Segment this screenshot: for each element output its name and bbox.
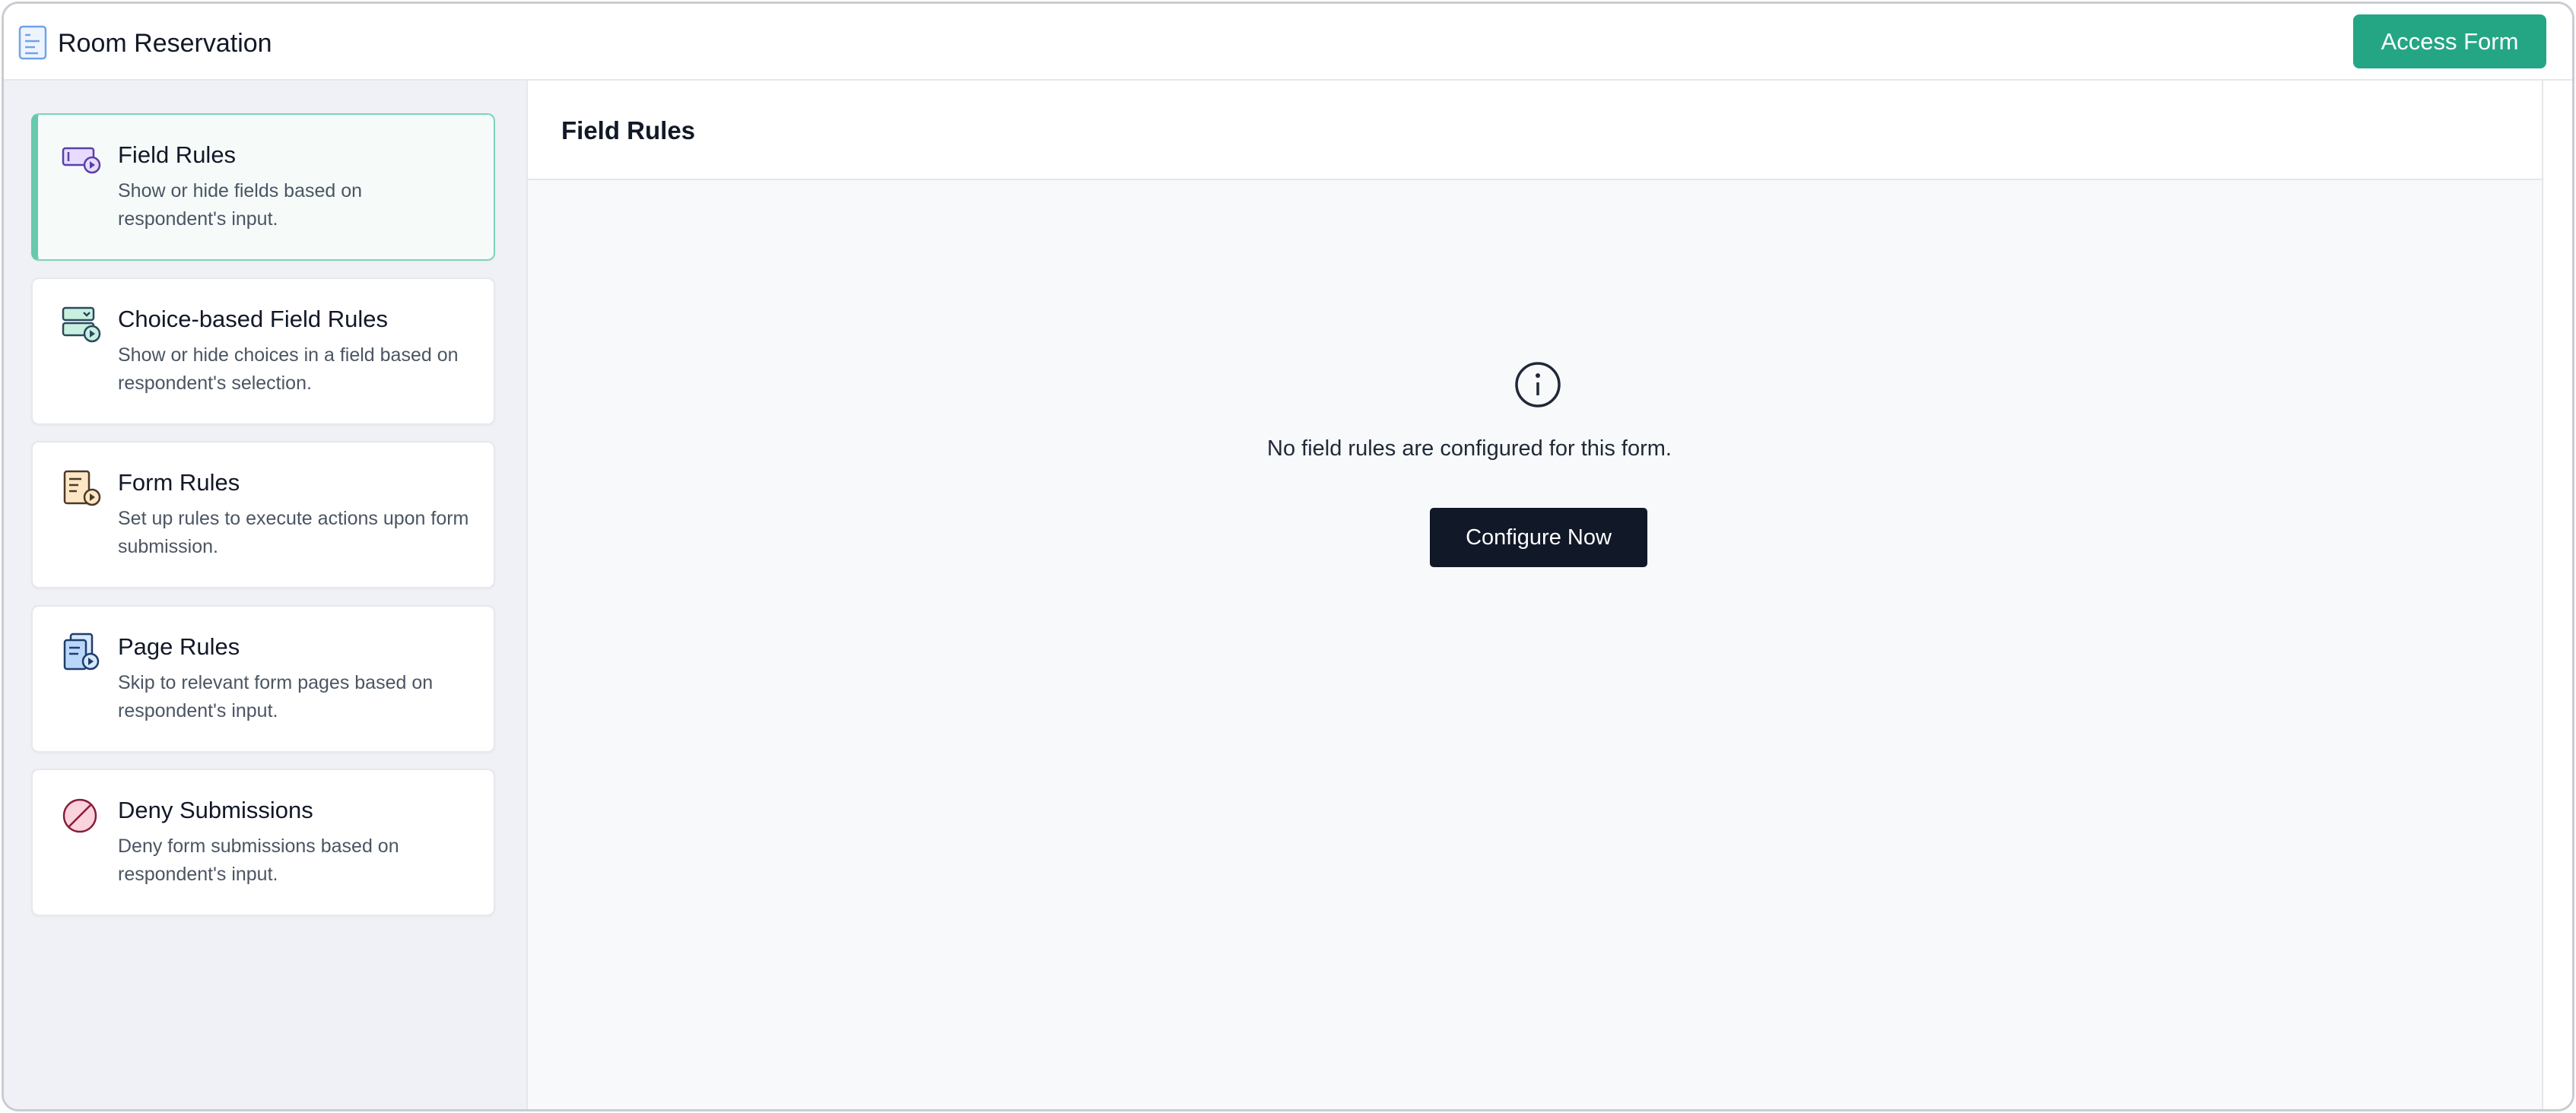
page-title: Field Rules bbox=[561, 116, 696, 144]
rules-sidebar: Field Rules Show or hide fields based on… bbox=[4, 81, 528, 1109]
field-rules-icon bbox=[62, 147, 101, 174]
configure-now-button[interactable]: Configure Now bbox=[1430, 508, 1647, 567]
sidebar-item-page-rules[interactable]: Page Rules Skip to relevant form pages b… bbox=[31, 605, 495, 753]
access-form-button[interactable]: Access Form bbox=[2353, 14, 2546, 68]
sidebar-item-title: Page Rules bbox=[118, 633, 240, 660]
empty-state-message: No field rules are configured for this f… bbox=[1267, 436, 1672, 461]
app-title: Room Reservation bbox=[58, 29, 272, 58]
choice-rules-icon bbox=[62, 306, 101, 343]
deny-icon bbox=[62, 798, 97, 833]
sidebar-item-description: Set up rules to execute actions upon for… bbox=[118, 508, 469, 557]
sidebar-item-field-rules[interactable]: Field Rules Show or hide fields based on… bbox=[31, 113, 495, 261]
app-window: Room Reservation Access Form Field Rules… bbox=[2, 2, 2574, 1111]
sidebar-item-title: Form Rules bbox=[118, 469, 240, 496]
main-panel: Field Rules No field rules are configure… bbox=[528, 81, 2572, 1109]
top-header: Room Reservation Access Form bbox=[4, 4, 2572, 81]
sidebar-item-form-rules[interactable]: Form Rules Set up rules to execute actio… bbox=[31, 441, 495, 588]
page-rules-icon bbox=[63, 633, 100, 671]
main-header: Field Rules bbox=[528, 81, 2542, 180]
sidebar-item-description: Deny form submissions based on responden… bbox=[118, 836, 399, 885]
sidebar-item-choice-rules[interactable]: Choice-based Field Rules Show or hide ch… bbox=[31, 277, 495, 425]
sidebar-item-deny-submissions[interactable]: Deny Submissions Deny form submissions b… bbox=[31, 769, 495, 916]
sidebar-item-title: Choice-based Field Rules bbox=[118, 306, 388, 332]
form-document-icon bbox=[18, 25, 47, 60]
sidebar-item-description: Show or hide fields based on respondent'… bbox=[118, 180, 363, 230]
sidebar-item-title: Deny Submissions bbox=[118, 797, 313, 823]
main-content: Field Rules No field rules are configure… bbox=[528, 81, 2543, 1109]
info-icon bbox=[1515, 362, 1561, 407]
sidebar-item-title: Field Rules bbox=[118, 141, 237, 168]
sidebar-item-description: Skip to relevant form pages based on res… bbox=[118, 672, 434, 721]
sidebar-item-description: Show or hide choices in a field based on… bbox=[118, 344, 459, 394]
form-rules-icon bbox=[63, 470, 101, 506]
